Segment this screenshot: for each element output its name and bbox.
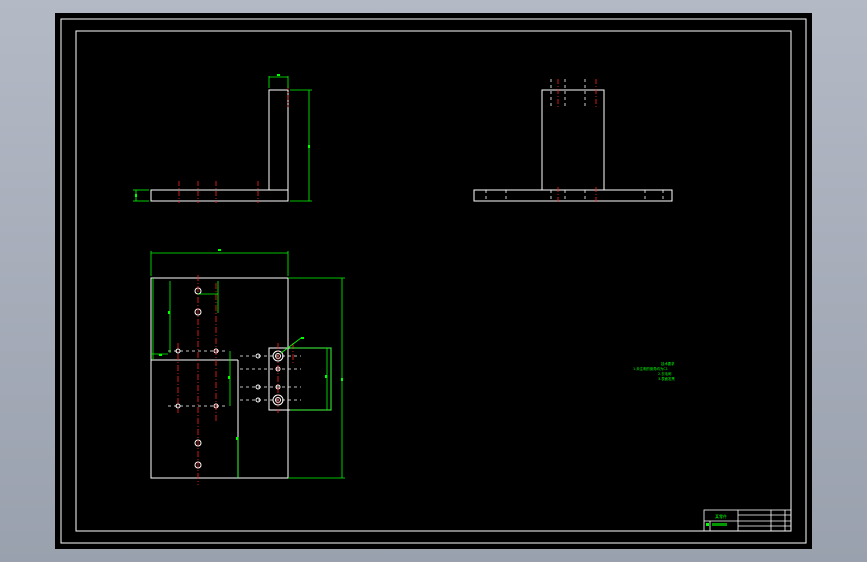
title-block-name: 某零件 (715, 513, 727, 519)
side-view (473, 89, 673, 202)
front-view-upright (268, 89, 289, 191)
technical-note-2: 2.去毛刺 (658, 371, 672, 376)
side-view-hidden-lines (485, 79, 664, 201)
front-view (150, 89, 289, 202)
cad-drawing-canvas[interactable]: 技术要求 1.未注明的倒角均为C1 2.去毛刺 3.表面发黑 某零件 (55, 13, 812, 549)
technical-notes: 技术要求 1.未注明的倒角均为C1 2.去毛刺 3.表面发黑 (633, 361, 675, 381)
drawing-viewport[interactable]: 技术要求 1.未注明的倒角均为C1 2.去毛刺 3.表面发黑 某零件 (55, 13, 812, 549)
dimension-tick-marks (135, 74, 343, 440)
front-view-centerlines (178, 85, 289, 203)
title-block-mark (706, 523, 709, 526)
top-view-hidden-lines (168, 350, 301, 407)
top-view-centerlines (177, 275, 294, 485)
side-view-centerlines (557, 79, 597, 204)
front-view-base-plate (150, 189, 289, 202)
top-view-dimensions (150, 251, 345, 479)
technical-note-1: 1.未注明的倒角均为C1 (633, 366, 668, 371)
front-view-dimensions (133, 76, 312, 202)
technical-notes-heading: 技术要求 (661, 361, 675, 366)
side-view-base (473, 189, 673, 202)
top-view-outline (150, 277, 289, 479)
technical-note-3: 3.表面发黑 (658, 376, 675, 381)
inner-frame (75, 30, 792, 532)
outer-frame (60, 18, 807, 544)
title-block-mark-2 (712, 523, 727, 526)
